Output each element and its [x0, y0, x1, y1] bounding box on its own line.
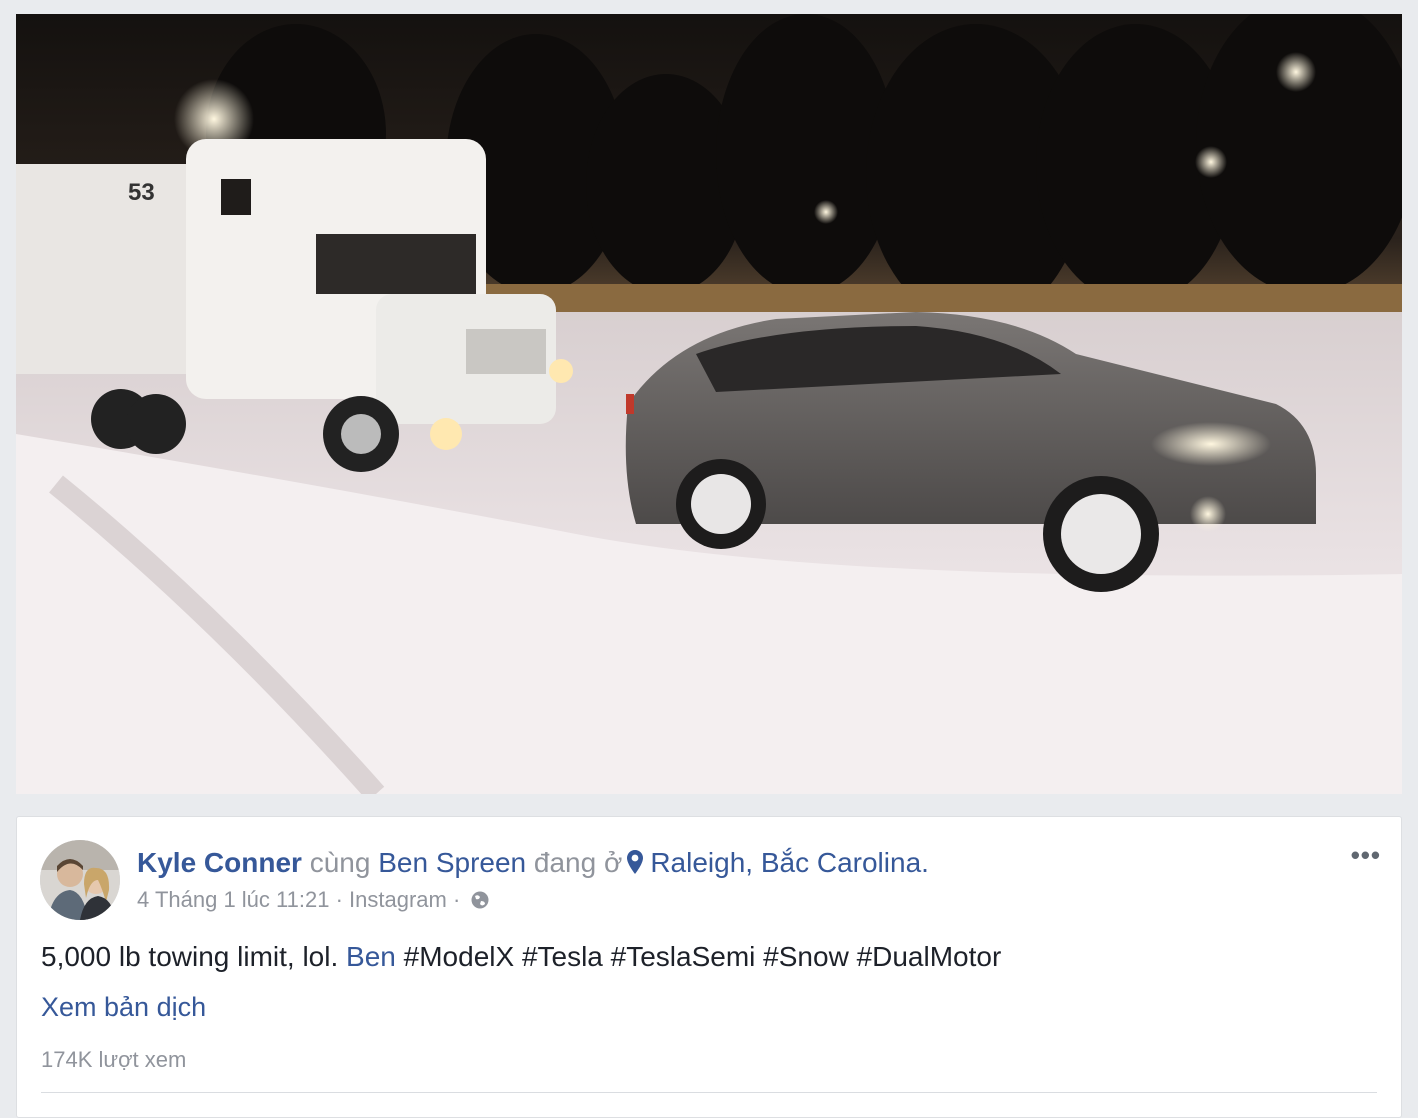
meta-separator-2: · — [452, 887, 461, 912]
source[interactable]: Instagram — [349, 887, 447, 912]
video-player[interactable]: 53 — [16, 14, 1402, 794]
location-pin-icon — [626, 849, 644, 875]
post-card: Kyle Conner cùng Ben Spreen đang ở Raleig… — [16, 816, 1402, 1118]
location-link[interactable]: Raleigh, Bắc Carolina. — [650, 847, 929, 878]
post-text-prefix: 5,000 lb towing limit, lol. — [41, 941, 339, 972]
post-text: 5,000 lb towing limit, lol. Ben #ModelX … — [41, 939, 1001, 975]
video-frame: 53 — [16, 14, 1402, 794]
globe-icon[interactable] — [470, 889, 490, 909]
post-meta: 4 Tháng 1 lúc 11:21 · Instagram · — [137, 886, 490, 914]
at-word: đang ở — [533, 847, 623, 878]
hashtags[interactable]: #ModelX #Tesla #TeslaSemi #Snow #DualMot… — [404, 941, 1002, 972]
meta-separator-1: · — [335, 887, 343, 912]
avatar[interactable] — [40, 840, 120, 920]
view-count: 174K lượt xem — [41, 1047, 187, 1072]
tagged-user[interactable]: Ben Spreen — [378, 847, 526, 878]
author-name[interactable]: Kyle Conner — [137, 847, 302, 878]
more-options-icon[interactable]: ••• — [1351, 842, 1381, 868]
with-word: cùng — [309, 847, 371, 878]
mention-link[interactable]: Ben — [346, 941, 396, 972]
see-translation-link[interactable]: Xem bản dịch — [41, 989, 206, 1025]
divider — [41, 1092, 1377, 1093]
timestamp[interactable]: 4 Tháng 1 lúc 11:21 — [137, 887, 329, 912]
truck-number: 53 — [128, 179, 155, 206]
post-header: Kyle Conner cùng Ben Spreen đang ở Raleig… — [137, 846, 929, 880]
